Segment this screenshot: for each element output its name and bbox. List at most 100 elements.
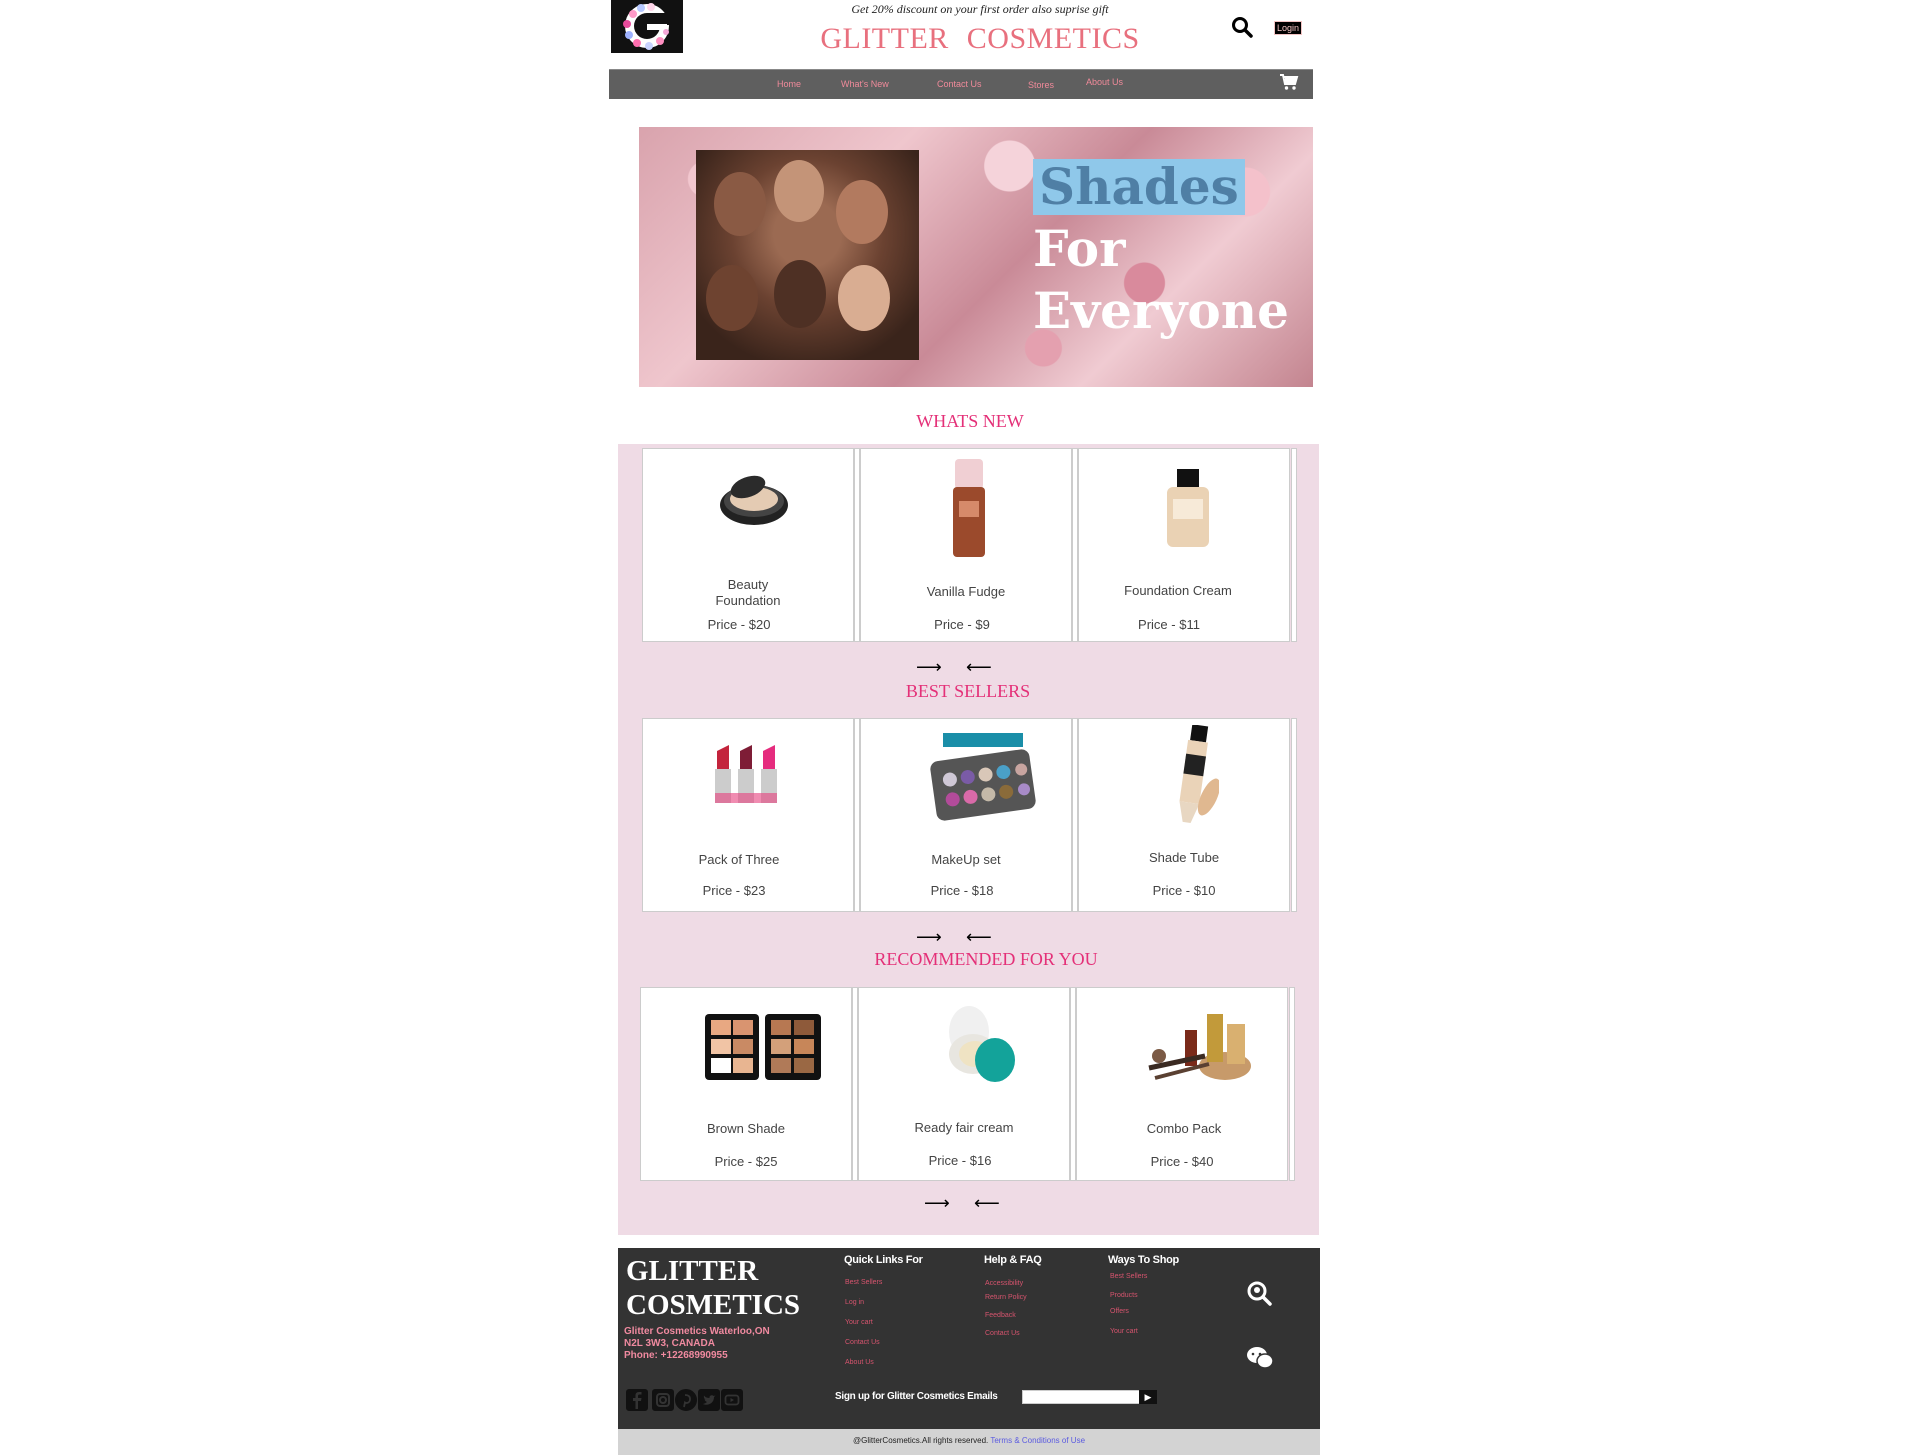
hero-heading-shades: Shades [1033,159,1245,215]
makeup-set-image [930,733,1036,821]
footer-link-your-cart-shop[interactable]: Your cart [1110,1328,1138,1335]
product-card[interactable]: Foundation Cream Price - $11 [1078,448,1290,642]
twitter-icon[interactable] [698,1389,720,1411]
instagram-icon[interactable] [652,1389,674,1411]
footer-link-best-sellers-shop[interactable]: Best Sellers [1110,1273,1147,1280]
carousel-next-arrow[interactable]: ⟶ [916,658,942,676]
compact-powder-image [720,475,788,525]
product-card[interactable]: MakeUp set Price - $18 [860,718,1072,912]
fair-cream-image [949,1006,1015,1082]
product-name: MakeUp set [931,852,1001,867]
footer-address: Glitter Cosmetics Waterloo,ON N2L 3W3, C… [624,1326,770,1362]
copyright-bar: @GlitterCosmetics.All rights reserved. T… [618,1429,1320,1455]
site-title[interactable]: GLITTER COSMETICS [700,22,1260,56]
product-price: Price - $40 [1150,1154,1214,1169]
footer-brand: GLITTER COSMETICS [626,1254,800,1322]
product-name: Combo Pack [1146,1121,1222,1136]
footer-brand-line1: GLITTER [626,1255,759,1287]
product-card[interactable]: Pack of Three Price - $23 [642,718,854,912]
brand-logo[interactable] [611,0,683,53]
footer-link-contact-us[interactable]: Contact Us [845,1339,880,1346]
pinterest-icon[interactable] [675,1389,697,1411]
youtube-icon[interactable] [721,1389,743,1411]
chat-icon[interactable] [1246,1346,1274,1375]
carousel-prev-arrow[interactable]: ⟵ [974,1194,1000,1212]
nav-about-us[interactable]: About Us [1086,77,1123,87]
carousel-prev-arrow[interactable]: ⟵ [966,658,992,676]
card-divider [1291,718,1297,912]
product-name: Beauty [727,577,769,592]
nav-stores[interactable]: Stores [1028,80,1054,90]
combo-pack-image [1148,1014,1251,1080]
carousel-prev-arrow[interactable]: ⟵ [966,928,992,946]
product-name: Pack of Three [698,852,780,867]
nav-whats-new[interactable]: What's New [841,79,889,89]
search-icon[interactable] [1231,16,1253,38]
concealer-tube-image [1179,725,1219,823]
hero-banner[interactable]: Shades For Everyone [639,127,1313,387]
hero-heading-everyone: Everyone [1033,281,1289,340]
footer-link-contact-us-help[interactable]: Contact Us [985,1330,1020,1337]
footer-link-about-us[interactable]: About Us [845,1359,874,1366]
store-locator-icon[interactable] [1246,1280,1272,1311]
login-button[interactable]: Login [1274,21,1303,35]
footer-link-feedback[interactable]: Feedback [985,1312,1016,1319]
card-divider [1289,987,1295,1181]
address-line1: Glitter Cosmetics Waterloo,ON [624,1326,770,1337]
product-price: Price - $11 [1138,617,1200,632]
footer-link-offers[interactable]: Offers [1110,1308,1129,1315]
section-title-recommended: RECOMMENDED FOR YOU [874,949,1098,969]
product-card[interactable]: Shade Tube Price - $10 [1078,718,1290,912]
terms-link[interactable]: Terms & Conditions of Use [990,1436,1085,1445]
main-nav: Home What's New Contact Us Stores About … [609,69,1313,99]
product-price: Price - $18 [930,883,994,898]
phone-number: Phone: +12268990955 [624,1350,728,1361]
footer-link-return-policy[interactable]: Return Policy [985,1294,1027,1301]
footer-link-products[interactable]: Products [1110,1292,1138,1299]
footer-link-accessibility[interactable]: Accessibility [985,1280,1023,1287]
product-card[interactable]: Brown Shade Price - $25 [640,987,852,1181]
card-divider [1291,448,1297,642]
carousel-next-arrow[interactable]: ⟶ [924,1194,950,1212]
brown-shade-palette-image [705,1014,821,1080]
product-name: Foundation Cream [1124,583,1232,598]
product-card[interactable]: Beauty Foundation Price - $20 [642,448,854,642]
carousel-next-arrow[interactable]: ⟶ [916,928,942,946]
promo-banner: Get 20% discount on your first order als… [851,2,1109,16]
email-signup-label: Sign up for Glitter Cosmetics Emails [835,1391,998,1402]
footer-link-best-sellers[interactable]: Best Sellers [845,1279,882,1286]
product-name: Shade Tube [1148,850,1220,865]
product-price: Price - $23 [702,883,766,898]
footer-help-title: Help & FAQ [984,1254,1042,1266]
products-area: Beauty Foundation Price - $20 Vanilla Fu… [618,444,1319,1235]
section-title-whats-new: WHATS NEW [916,411,1024,431]
nav-home[interactable]: Home [777,79,801,89]
email-signup-input[interactable] [1022,1390,1140,1404]
product-price: Price - $20 [707,617,771,632]
facebook-icon[interactable] [626,1389,648,1411]
product-name: Vanilla Fudge [926,584,1006,599]
hero-heading-for: For [1033,219,1126,278]
product-card[interactable]: Vanilla Fudge Price - $9 [860,448,1072,642]
product-price: Price - $9 [934,617,990,632]
product-price: Price - $10 [1152,883,1216,898]
footer-link-your-cart[interactable]: Your cart [845,1319,873,1326]
nav-contact-us[interactable]: Contact Us [937,79,982,89]
email-signup-submit-button[interactable]: ▶ [1139,1390,1157,1404]
address-line2: N2L 3W3, CANADA [624,1338,715,1349]
footer-link-log-in[interactable]: Log in [845,1299,864,1306]
footer-ways-title: Ways To Shop [1108,1254,1179,1266]
foundation-bottle-image [953,459,985,557]
product-price: Price - $25 [714,1154,778,1169]
hero-models-image [696,150,919,360]
product-card[interactable]: Combo Pack Price - $40 [1076,987,1288,1181]
footer-brand-line2: COSMETICS [626,1289,801,1321]
foundation-cream-image [1167,469,1209,547]
product-card[interactable]: Ready fair cream Price - $16 [858,987,1070,1181]
section-title-best-sellers: BEST SELLERS [905,681,1031,701]
product-price: Price - $16 [928,1153,992,1168]
copyright-text: @GlitterCosmetics.All rights reserved. T… [618,1436,1320,1445]
cart-icon[interactable] [1279,73,1299,91]
lipstick-pack-image [715,745,777,803]
copyright-notice: @GlitterCosmetics.All rights reserved. [852,1436,989,1445]
